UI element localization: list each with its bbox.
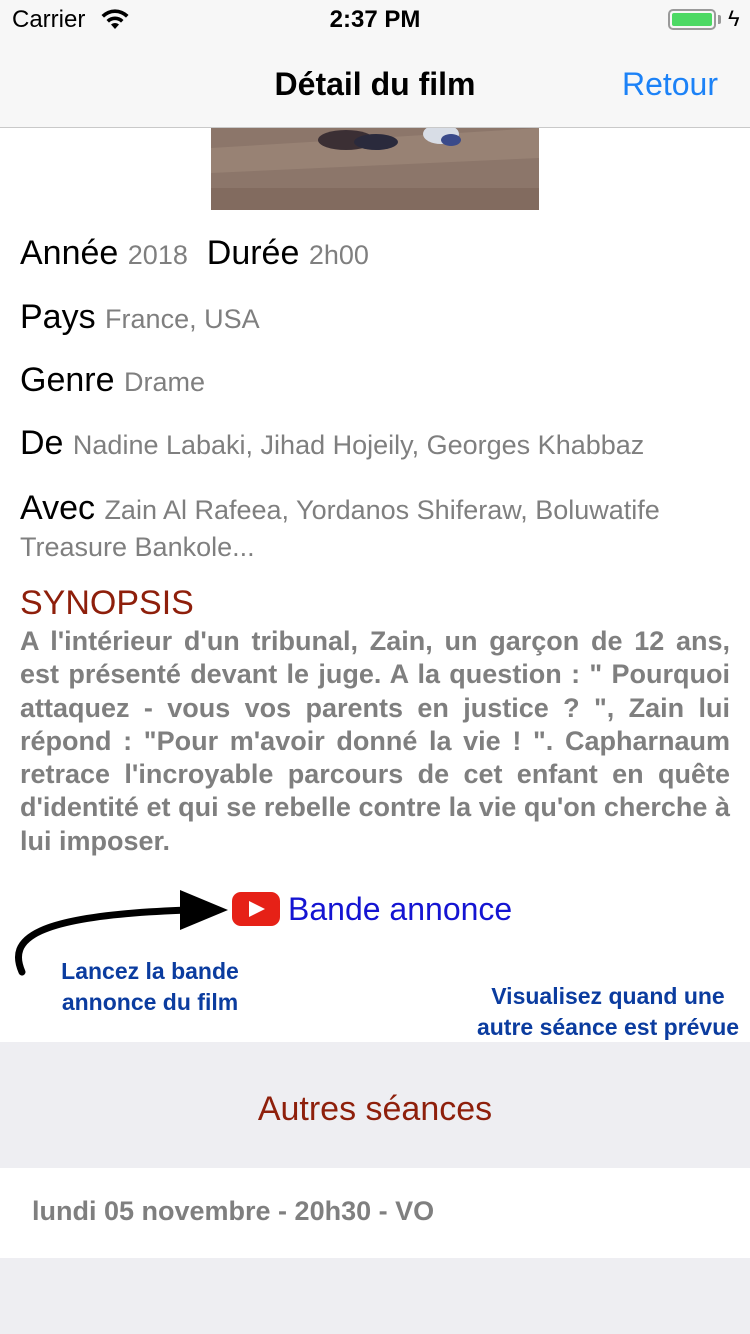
trailer-link[interactable]: Bande annonce: [288, 891, 512, 928]
genre-label: Genre: [20, 361, 115, 399]
country-row: Pays France, USA: [20, 296, 260, 340]
clock: 2:37 PM: [329, 6, 421, 33]
poster-scene-graphic: [211, 128, 539, 210]
director-row: De Nadine Labaki, Jihad Hojeily, Georges…: [20, 422, 644, 466]
trailer-annotation: Lancez la bande annonce du film: [61, 958, 239, 1015]
back-button[interactable]: Retour: [622, 66, 718, 103]
sessions-header: Autres séances: [257, 1090, 493, 1128]
battery-tip: [718, 15, 721, 24]
director-value: Nadine Labaki, Jihad Hojeily, Georges Kh…: [72, 430, 645, 460]
duration-value: 2h00: [308, 240, 369, 270]
cast-value-line1: Zain Al Rafeea, Yordanos Shiferaw, Boluw…: [104, 495, 660, 525]
cast-value-line2: Treasure Bankole...: [20, 532, 255, 562]
session-item[interactable]: lundi 05 novembre - 20h30 - VO: [32, 1196, 434, 1227]
battery-icon: [668, 9, 716, 30]
genre-value: Drame: [123, 367, 205, 397]
year-value: 2018: [127, 240, 188, 270]
year-duration-row: Année 2018 Durée 2h00: [20, 232, 369, 276]
status-bar: Carrier 2:37 PM ϟ: [0, 0, 750, 40]
country-value: France, USA: [105, 304, 260, 334]
cast-row-continued: Treasure Bankole...: [20, 524, 255, 568]
synopsis-text: A l'intérieur d'un tribunal, Zain, un ga…: [20, 626, 730, 856]
country-label: Pays: [20, 298, 96, 336]
synopsis-title: SYNOPSIS: [20, 584, 194, 622]
bottom-background: [0, 1258, 750, 1334]
charging-icon: ϟ: [728, 6, 740, 31]
genre-row: Genre Drame: [20, 359, 205, 403]
movie-poster-image: [211, 128, 539, 210]
director-label: De: [20, 424, 64, 462]
cast-label: Avec: [20, 489, 95, 527]
duration-label: Durée: [206, 234, 300, 272]
year-label: Année: [20, 234, 119, 272]
